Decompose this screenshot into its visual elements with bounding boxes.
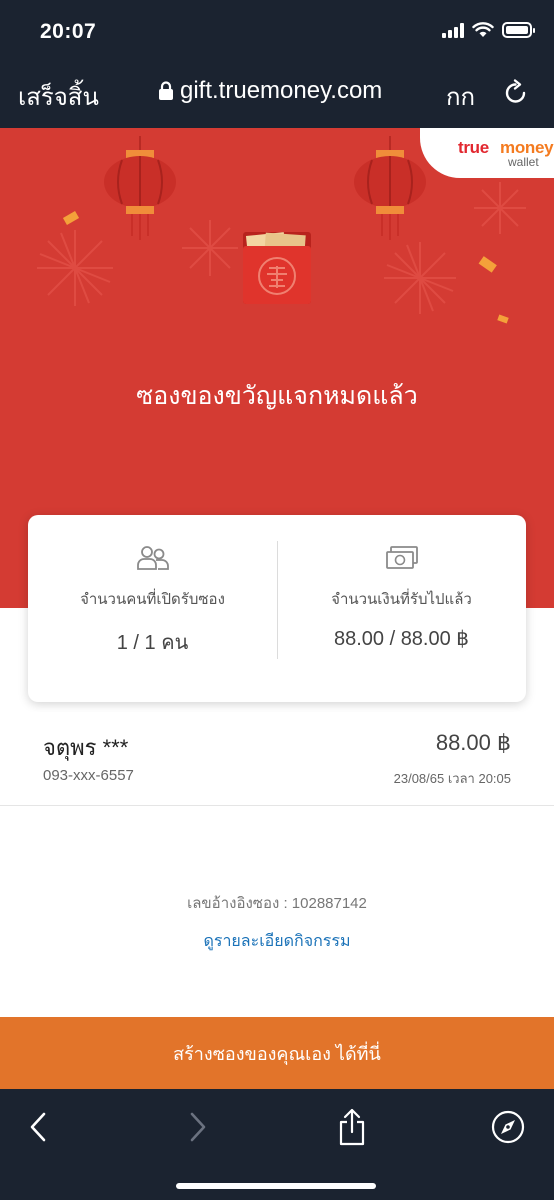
receiver-datetime: 23/08/65 เวลา 20:05 (393, 771, 511, 786)
home-indicator (176, 1183, 376, 1189)
reload-icon (505, 79, 526, 103)
back-icon (30, 1112, 46, 1142)
receiver-name: จตุพร *** (43, 735, 129, 760)
stat-money: จำนวนเงินที่รับไปแล้ว 88.00 / 88.00 ฿ (277, 515, 526, 702)
stat-money-label: จำนวนเงินที่รับไปแล้ว (331, 591, 472, 608)
stat-money-value: 88.00 / 88.00 ฿ (333, 628, 470, 650)
top-bar: 20:07 เสร็จสิ้น gift.truemoney.com กก (0, 0, 554, 128)
url-text: gift.truemoney.com (180, 77, 383, 104)
forward-button[interactable] (178, 1107, 218, 1147)
safari-button[interactable] (488, 1107, 528, 1147)
stat-people: จำนวนคนที่เปิดรับซอง 1 / 1 คน (28, 515, 277, 702)
done-button[interactable]: เสร็จสิ้น (18, 77, 99, 116)
create-envelope-button[interactable]: สร้างซองของคุณเอง ได้ที่นี่ (0, 1017, 554, 1089)
truemoney-logo: true money wallet (420, 128, 554, 178)
forward-icon (190, 1112, 206, 1142)
receiver-phone: 093-xxx-6557 (43, 767, 134, 784)
lock-icon (159, 81, 173, 100)
status-icons (442, 22, 535, 38)
back-button[interactable] (18, 1107, 58, 1147)
red-envelope-icon (243, 232, 311, 304)
reload-button[interactable] (503, 78, 529, 111)
people-icon (136, 546, 169, 570)
text-size-button[interactable]: กก (446, 77, 475, 116)
lantern-icon (354, 136, 426, 240)
banknote-icon (385, 546, 418, 569)
stat-people-value: 1 / 1 คน (116, 632, 189, 654)
share-button[interactable] (332, 1107, 372, 1147)
signal-icon (442, 22, 464, 38)
share-icon (339, 1108, 365, 1146)
reference-number: เลขอ้างอิงซอง : 102887142 (187, 895, 367, 912)
lantern-icon (104, 136, 176, 240)
battery-icon (502, 22, 535, 38)
wifi-icon (472, 22, 494, 37)
stat-people-label: จำนวนคนที่เปิดรับซอง (80, 591, 225, 608)
compass-icon (491, 1110, 525, 1144)
address-bar[interactable]: gift.truemoney.com (158, 77, 382, 105)
list-item: จตุพร *** 093-xxx-6557 88.00 ฿ 23/08/65 … (0, 712, 554, 806)
stats-card: จำนวนคนที่เปิดรับซอง 1 / 1 คน จำนวนเงินท… (28, 515, 526, 702)
activity-details-link[interactable]: ดูรายละเอียดกิจกรรม (0, 929, 554, 954)
status-time: 20:07 (40, 20, 97, 43)
receiver-amount: 88.00 ฿ (435, 730, 511, 755)
hero-title: ซองของขวัญแจกหมดแล้ว (136, 382, 418, 410)
